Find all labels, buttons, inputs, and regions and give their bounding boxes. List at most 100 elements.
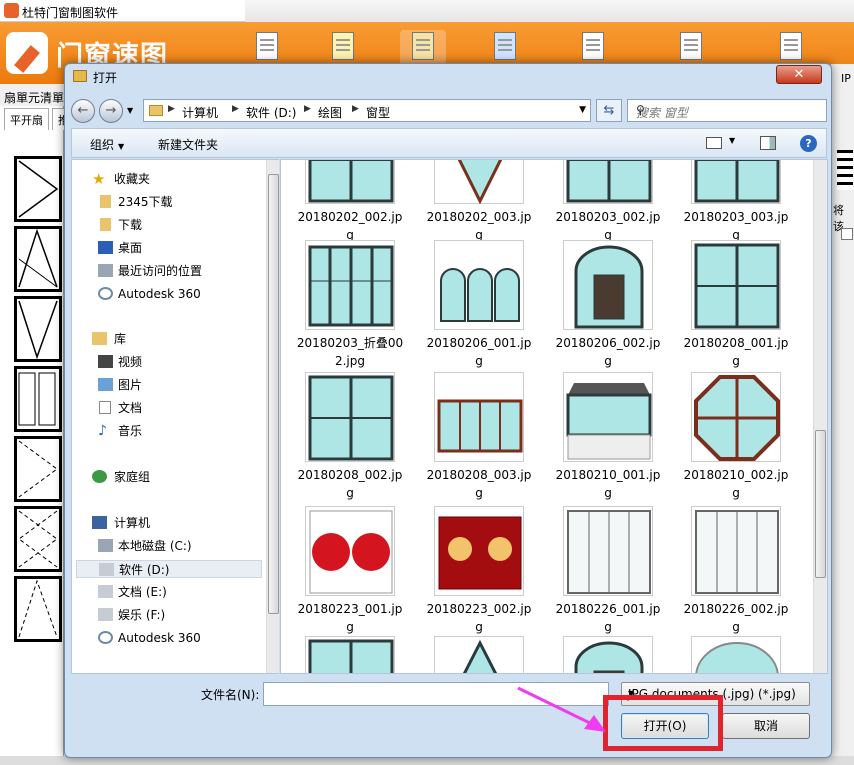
chevron-right-icon[interactable]: ▶ bbox=[352, 104, 359, 114]
file-item[interactable]: 20180203_折叠002.jpg bbox=[295, 240, 405, 370]
nav-item-videos[interactable]: 视频 bbox=[96, 353, 142, 371]
new-folder-button[interactable]: 新建文件夹 bbox=[158, 136, 218, 153]
file-thumbnail[interactable] bbox=[691, 240, 781, 330]
history-dropdown[interactable]: ▼ bbox=[127, 106, 133, 115]
back-button[interactable]: ← bbox=[71, 99, 95, 123]
file-item[interactable]: 20180210_002.jpg bbox=[681, 372, 791, 502]
nav-computer[interactable]: 计算机 bbox=[72, 514, 150, 532]
file-item[interactable]: 20180202_003.jpg bbox=[424, 160, 534, 244]
file-thumbnail[interactable] bbox=[563, 506, 653, 596]
menu-item-sash-list[interactable]: 扇單元清單 bbox=[4, 89, 64, 106]
file-item[interactable]: 20180226_001.jpg bbox=[553, 506, 663, 636]
file-item[interactable]: 20180203_002.jpg bbox=[553, 160, 663, 244]
file-thumbnail[interactable] bbox=[691, 160, 781, 204]
chevron-down-icon[interactable]: ▼ bbox=[579, 105, 586, 115]
nav-item-drive-c[interactable]: 本地磁盘 (C:) bbox=[96, 537, 192, 555]
refresh-button[interactable]: ⇆ bbox=[596, 99, 622, 122]
sash-thumb[interactable] bbox=[14, 506, 62, 572]
cancel-button[interactable]: 取消 bbox=[722, 713, 810, 739]
sash-thumb[interactable] bbox=[14, 436, 62, 502]
chevron-right-icon[interactable]: ▶ bbox=[232, 104, 239, 114]
breadcrumb-window-types[interactable]: 窗型 bbox=[366, 104, 390, 121]
file-thumbnail[interactable] bbox=[434, 160, 524, 205]
file-item[interactable]: 20180206_001.jpg bbox=[424, 240, 534, 370]
tab-casement[interactable]: 平开扇 bbox=[4, 108, 49, 130]
nav-item-downloads[interactable]: 下载 bbox=[96, 216, 142, 234]
file-thumbnail[interactable] bbox=[305, 160, 395, 204]
sash-thumb[interactable] bbox=[14, 366, 62, 432]
sash-thumb[interactable] bbox=[14, 296, 62, 362]
nav-item-2345[interactable]: 2345下载 bbox=[96, 193, 173, 211]
file-thumbnail[interactable] bbox=[434, 372, 524, 462]
address-bar[interactable]: ▶ 计算机 ▶ 软件 (D:) ▶ 绘图 ▶ 窗型 ▼ bbox=[143, 99, 591, 122]
nav-label: 库 bbox=[114, 332, 127, 346]
file-thumbnail[interactable] bbox=[305, 506, 395, 596]
file-item[interactable]: 20180208_002.jpg bbox=[295, 372, 405, 502]
nav-libraries[interactable]: 库 bbox=[72, 330, 126, 348]
file-thumbnail[interactable] bbox=[563, 636, 653, 673]
app-title-bar: 杜特门窗制图软件 bbox=[0, 0, 854, 22]
drive-icon bbox=[99, 563, 114, 576]
nav-item-desktop[interactable]: 桌面 bbox=[96, 239, 142, 257]
chevron-down-icon[interactable]: ▼ bbox=[729, 136, 735, 145]
file-thumbnail[interactable] bbox=[563, 160, 653, 204]
nav-item-drive-e[interactable]: 文档 (E:) bbox=[96, 583, 167, 601]
file-thumbnail[interactable] bbox=[434, 636, 524, 673]
file-item[interactable]: 20180203_003.jpg bbox=[681, 160, 791, 244]
nav-item-drive-d[interactable]: 软件 (D:) bbox=[76, 560, 262, 578]
close-button[interactable]: ✕ bbox=[776, 65, 822, 84]
view-icon[interactable] bbox=[706, 137, 722, 149]
file-item[interactable]: 20180208_003.jpg bbox=[424, 372, 534, 502]
nav-scrollbar-thumb[interactable] bbox=[268, 174, 279, 614]
sash-thumb[interactable] bbox=[14, 576, 62, 642]
nav-item-pictures[interactable]: 图片 bbox=[96, 376, 142, 394]
organize-button[interactable]: 组织 ▼ bbox=[90, 136, 124, 153]
file-thumbnail[interactable] bbox=[305, 636, 395, 673]
file-item[interactable]: 20180206_002.jpg bbox=[553, 240, 663, 370]
nav-scrollbar[interactable] bbox=[266, 160, 279, 673]
nav-item-autodesk-drive[interactable]: Autodesk 360 bbox=[96, 629, 201, 647]
nav-homegroup[interactable]: 家庭组 bbox=[72, 468, 150, 486]
file-item[interactable] bbox=[553, 636, 663, 673]
file-scrollbar[interactable] bbox=[813, 160, 827, 673]
breadcrumb-drawing[interactable]: 绘图 bbox=[318, 104, 342, 121]
help-icon[interactable]: ? bbox=[800, 135, 817, 152]
file-item[interactable]: 20180223_001.jpg bbox=[295, 506, 405, 636]
search-box[interactable]: 搜索 窗型 ⚲ bbox=[627, 99, 827, 122]
file-item[interactable]: 20180223_002.jpg bbox=[424, 506, 534, 636]
file-thumbnail[interactable] bbox=[434, 240, 524, 330]
file-item[interactable] bbox=[295, 636, 405, 673]
file-thumbnail[interactable] bbox=[691, 372, 781, 462]
nav-favorites[interactable]: ★ 收藏夹 bbox=[72, 170, 150, 188]
file-item[interactable]: 20180208_001.jpg bbox=[681, 240, 791, 370]
file-item[interactable]: 20180226_002.jpg bbox=[681, 506, 791, 636]
sash-thumb[interactable] bbox=[14, 156, 62, 222]
file-name: 20180208_001.jpg bbox=[683, 336, 789, 368]
nav-item-music[interactable]: ♪ 音乐 bbox=[96, 422, 142, 440]
breadcrumb-computer[interactable]: 计算机 bbox=[182, 104, 218, 121]
nav-item-documents[interactable]: 文档 bbox=[96, 399, 142, 417]
nav-item-drive-f[interactable]: 娱乐 (F:) bbox=[96, 606, 165, 624]
file-thumbnail[interactable] bbox=[563, 240, 653, 330]
file-thumbnail[interactable] bbox=[691, 636, 781, 673]
file-thumbnail[interactable] bbox=[691, 506, 781, 596]
chevron-right-icon[interactable]: ▶ bbox=[168, 104, 175, 114]
chevron-right-icon[interactable]: ▶ bbox=[304, 104, 311, 114]
file-thumbnail[interactable] bbox=[305, 240, 395, 330]
sash-thumb[interactable] bbox=[14, 226, 62, 292]
right-checkbox[interactable] bbox=[841, 228, 853, 240]
file-thumbnail[interactable] bbox=[434, 506, 524, 596]
search-icon[interactable]: ⚲ bbox=[636, 103, 821, 117]
preview-pane-icon[interactable] bbox=[760, 136, 776, 150]
file-thumbnail[interactable] bbox=[563, 372, 653, 462]
file-item[interactable] bbox=[424, 636, 534, 673]
nav-item-recent[interactable]: 最近访问的位置 bbox=[96, 262, 202, 280]
file-thumbnail[interactable] bbox=[305, 372, 395, 462]
nav-item-autodesk[interactable]: Autodesk 360 bbox=[96, 285, 201, 303]
file-item[interactable] bbox=[681, 636, 791, 673]
file-item[interactable]: 20180202_002.jpg bbox=[295, 160, 405, 244]
forward-button[interactable]: → bbox=[99, 99, 123, 123]
breadcrumb-drive-d[interactable]: 软件 (D:) bbox=[246, 104, 296, 121]
file-item[interactable]: 20180210_001.jpg bbox=[553, 372, 663, 502]
file-scrollbar-thumb[interactable] bbox=[815, 430, 826, 578]
